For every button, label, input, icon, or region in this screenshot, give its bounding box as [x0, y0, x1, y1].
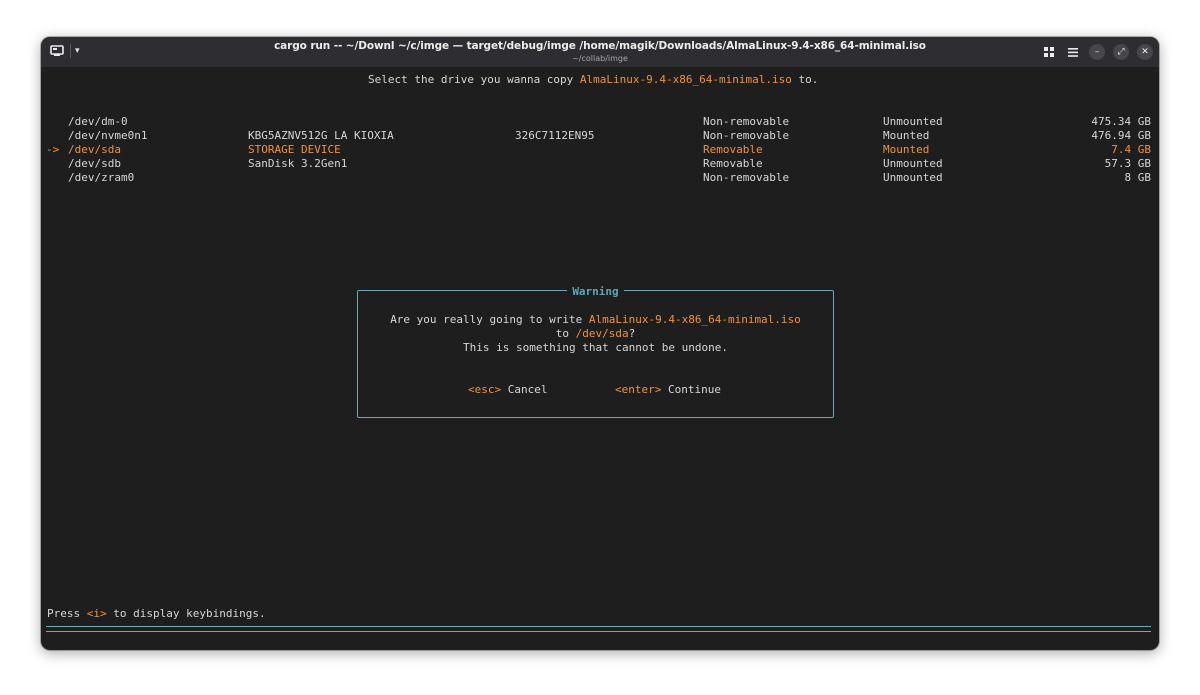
- dialog-line-2: to /dev/sda?: [358, 327, 833, 341]
- drive-size: 7.4 GB: [1111, 143, 1151, 156]
- window-controls: – ⤢ ✕: [1033, 44, 1153, 60]
- continue-key-hint: <enter>: [615, 383, 662, 396]
- dialog-line-1-prefix: Are you really going to write: [390, 313, 589, 326]
- cancel-key-hint: <esc>: [468, 383, 502, 396]
- dialog-title: Warning: [358, 284, 833, 298]
- cancel-button[interactable]: <esc> Cancel: [468, 383, 547, 397]
- maximize-button[interactable]: ⤢: [1113, 44, 1129, 60]
- drive-model: STORAGE DEVICE: [248, 143, 341, 156]
- drive-path: /dev/sda: [68, 143, 121, 156]
- terminal-window: ▾ cargo run -- ~/Downl ~/c/imge — target…: [41, 37, 1159, 650]
- drive-removable: Removable: [703, 157, 763, 170]
- close-button[interactable]: ✕: [1137, 44, 1153, 60]
- drive-prompt: Select the drive you wanna copy AlmaLinu…: [368, 73, 818, 87]
- drive-mount-status: Mounted: [883, 143, 930, 156]
- continue-label: Continue: [661, 383, 721, 396]
- window-subtitle: ~/collab/imge: [572, 54, 628, 63]
- drive-model: KBG5AZNV512G LA KIOXIA: [248, 129, 394, 142]
- drive-mount-status: Unmounted: [883, 171, 943, 184]
- grid-view-icon[interactable]: [1041, 44, 1057, 60]
- drive-size: 475.34 GB: [1091, 115, 1151, 128]
- dialog-line-2-suffix: ?: [628, 327, 636, 340]
- drive-mount-status: Unmounted: [883, 115, 943, 128]
- cancel-label: Cancel: [501, 383, 548, 396]
- hint-key: <i>: [86, 607, 107, 620]
- dialog-line-1: Are you really going to write AlmaLinux-…: [358, 313, 833, 327]
- drive-removable: Removable: [703, 143, 763, 156]
- drive-path: /dev/nvme0n1: [68, 129, 148, 142]
- menu-icon[interactable]: [1065, 44, 1081, 60]
- prompt-prefix: Select the drive you wanna copy: [368, 73, 580, 86]
- terminal-content[interactable]: Select the drive you wanna copy AlmaLinu…: [41, 67, 1159, 650]
- warning-dialog: Warning Are you really going to write Al…: [357, 285, 834, 418]
- drive-mount-status: Mounted: [883, 129, 930, 142]
- dialog-title-text: Warning: [567, 285, 624, 298]
- drive-serial: 326C7112EN95: [515, 129, 595, 142]
- drive-size: 476.94 GB: [1091, 129, 1151, 142]
- status-divider: [46, 626, 1151, 632]
- keybinding-hint: Press <i> to display keybindings.: [47, 607, 266, 621]
- drive-path: /dev/sdb: [68, 157, 121, 170]
- drive-path: /dev/zram0: [68, 171, 135, 184]
- drive-mount-status: Unmounted: [883, 157, 943, 170]
- hint-prefix: Press: [47, 607, 87, 620]
- dialog-target-device: /dev/sda: [575, 327, 629, 340]
- drive-removable: Non-removable: [703, 171, 790, 184]
- hint-suffix: to display keybindings.: [106, 607, 266, 620]
- title-bar: ▾ cargo run -- ~/Downl ~/c/imge — target…: [41, 37, 1159, 67]
- dialog-line-2-prefix: to: [555, 327, 576, 340]
- dialog-line-3: This is something that cannot be undone.: [463, 341, 728, 354]
- drive-removable: Non-removable: [703, 129, 790, 142]
- drive-removable: Non-removable: [703, 115, 790, 128]
- drive-size: 57.3 GB: [1104, 157, 1151, 170]
- prompt-filename: AlmaLinux-9.4-x86_64-minimal.iso: [579, 73, 792, 86]
- drive-size: 8 GB: [1124, 171, 1152, 184]
- minimize-button[interactable]: –: [1089, 44, 1105, 60]
- drive-model: SanDisk 3.2Gen1: [248, 157, 348, 170]
- window-title: cargo run -- ~/Downl ~/c/imge — target/d…: [274, 40, 926, 52]
- selection-arrow: ->: [46, 143, 60, 156]
- continue-button[interactable]: <enter> Continue: [615, 383, 721, 397]
- prompt-suffix: to.: [791, 73, 819, 86]
- dialog-iso-filename: AlmaLinux-9.4-x86_64-minimal.iso: [588, 313, 801, 326]
- drive-path: /dev/dm-0: [68, 115, 128, 128]
